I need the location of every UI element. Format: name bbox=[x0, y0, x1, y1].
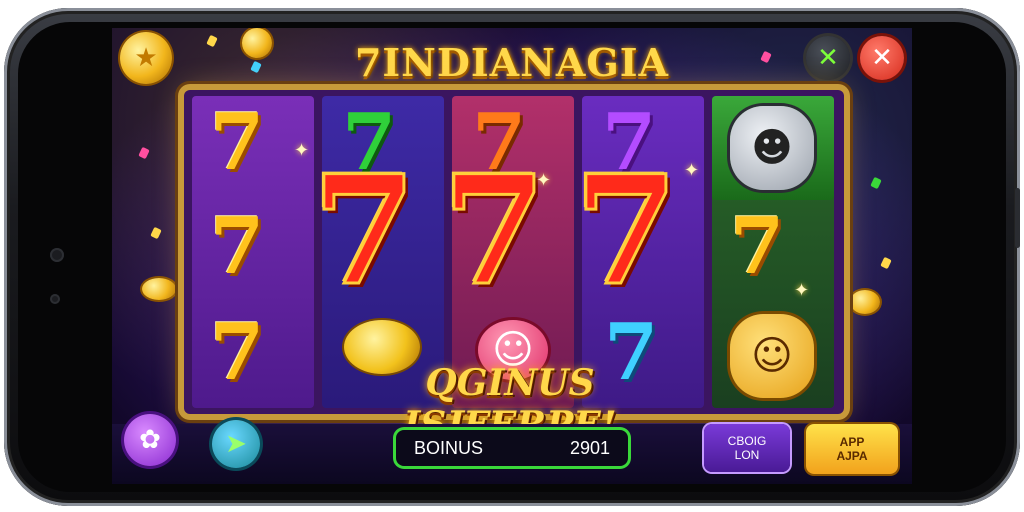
feature-seven: 7 bbox=[440, 143, 547, 319]
sensor-icon bbox=[50, 294, 60, 304]
reel-symbol: 7 bbox=[210, 97, 265, 188]
login-button-line1: CBOIG bbox=[727, 434, 767, 448]
cat-face-icon: ☺ bbox=[730, 314, 814, 398]
bonus-counter: BOINUS 2901 bbox=[396, 430, 628, 466]
game-title: 7INDIANAGIA bbox=[354, 40, 670, 85]
check-icon[interactable]: ✕ bbox=[806, 36, 850, 80]
feature-seven: 7 bbox=[310, 143, 417, 319]
bonus-value: 2901 bbox=[569, 437, 610, 458]
app-button[interactable]: APP AJPA bbox=[806, 424, 898, 474]
login-button-line2: LON bbox=[734, 448, 760, 462]
bonus-label: BOINUS bbox=[414, 437, 484, 458]
sparkle-icon: ✦ bbox=[536, 170, 552, 191]
menu-icon[interactable]: ✿ bbox=[124, 414, 176, 466]
coin-icon bbox=[142, 278, 176, 300]
login-button[interactable]: CBOIG LON bbox=[704, 424, 790, 472]
reel-symbol: 7 bbox=[210, 201, 265, 292]
sparkle-icon: ✦ bbox=[294, 140, 310, 161]
play-icon[interactable]: ➤ bbox=[212, 420, 260, 468]
sparkle-icon: ✦ bbox=[794, 280, 810, 301]
close-icon[interactable]: ✕ bbox=[860, 36, 904, 80]
reel-5: ☻ 7 ☺ bbox=[712, 96, 834, 408]
reel-symbol: 7 bbox=[730, 201, 785, 292]
sparkle-icon: ✦ bbox=[684, 160, 700, 181]
side-button bbox=[1015, 188, 1020, 248]
camera-icon bbox=[50, 248, 64, 262]
game-screen: ★ 7INDIANAGIA ✕ ✕ 7 7 7 7 7 ☺ 7 7 ☻ 7 ☺ … bbox=[112, 28, 912, 484]
reel-symbol: 7 bbox=[210, 307, 265, 398]
coin-icon bbox=[850, 290, 880, 314]
app-button-line1: APP bbox=[839, 435, 865, 449]
cat-face-icon: ☻ bbox=[730, 106, 814, 190]
feature-seven: 7 bbox=[572, 143, 679, 319]
app-button-line2: AJPA bbox=[836, 449, 868, 463]
